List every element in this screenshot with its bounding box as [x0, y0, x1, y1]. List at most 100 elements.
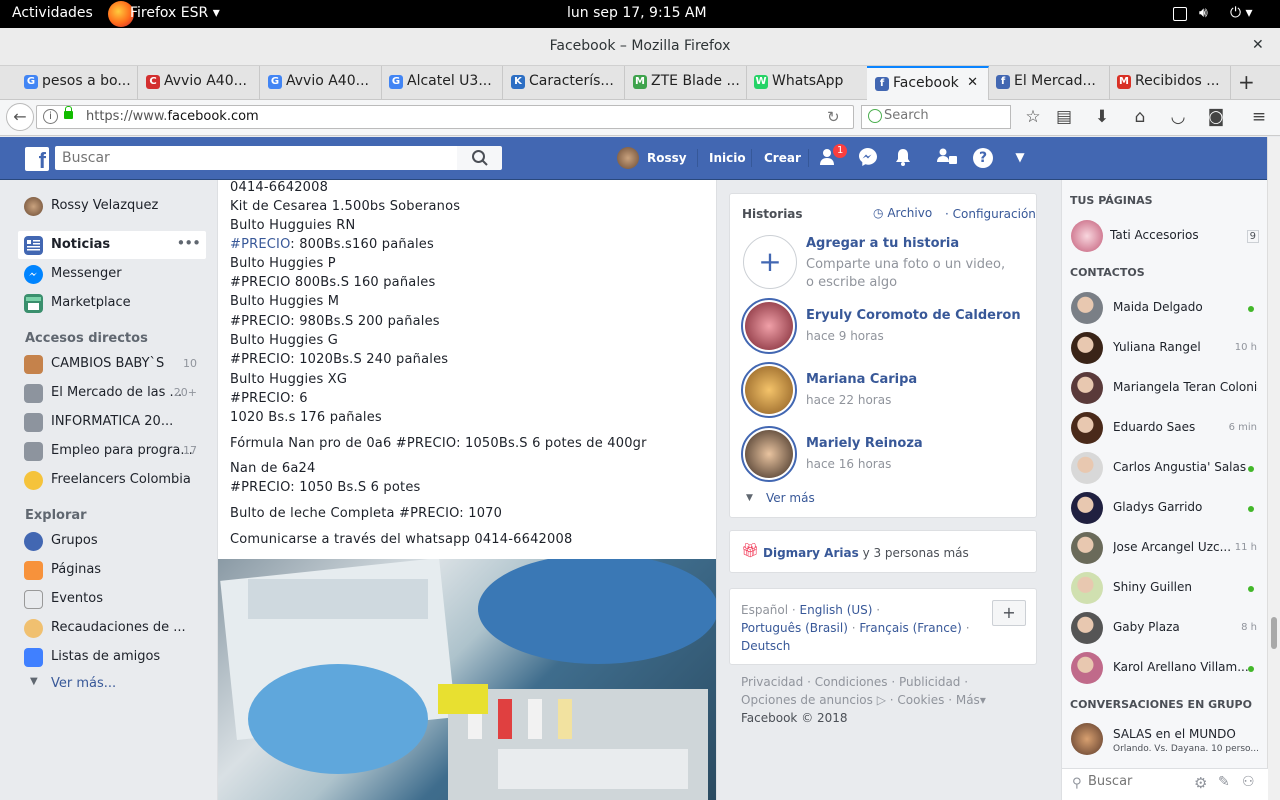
close-tab-icon[interactable]: ✕: [967, 75, 978, 90]
extension-icon[interactable]: ◙: [1204, 107, 1228, 127]
tab-label[interactable]: Alcatel U3...: [407, 73, 492, 89]
search-input[interactable]: [884, 108, 1004, 123]
sidebar-item-label[interactable]: Noticias: [51, 237, 110, 252]
tab-label[interactable]: Avvio A40...: [286, 73, 369, 89]
add-language-button[interactable]: +: [992, 600, 1026, 626]
contact-item[interactable]: Yuliana Rangel 10 h: [1062, 328, 1268, 368]
sidebar-shortcut[interactable]: INFORMATICA 20...: [18, 408, 206, 436]
explore-label[interactable]: Listas de amigos: [51, 649, 160, 664]
settings-gear-icon[interactable]: ⚙: [1194, 774, 1207, 792]
search-engine-icon[interactable]: [868, 109, 882, 123]
birthday-text[interactable]: Digmary Arias y 3 personas más: [763, 546, 969, 560]
post-photo[interactable]: [218, 554, 716, 800]
back-button[interactable]: ←: [6, 103, 34, 131]
archive-link[interactable]: ◷ Archivo: [873, 206, 932, 220]
language-link[interactable]: English (US): [800, 603, 873, 617]
lock-icon[interactable]: [64, 106, 73, 119]
close-window-icon[interactable]: ✕: [1252, 37, 1264, 53]
explore-label[interactable]: Páginas: [51, 562, 101, 577]
url-text[interactable]: https://www.facebook.com: [86, 109, 259, 124]
download-icon[interactable]: ⬇: [1090, 107, 1114, 127]
more-options-icon[interactable]: •••: [176, 234, 201, 252]
reload-icon[interactable]: ↻: [827, 108, 840, 126]
contact-item[interactable]: Karol Arellano Villam...: [1062, 648, 1268, 688]
sidebar-shortcut[interactable]: El Mercado de las ... 20+: [18, 379, 206, 407]
tab-9[interactable]: f El Mercad...: [988, 66, 1110, 100]
shortcut-label[interactable]: CAMBIOS BABY`S: [51, 356, 164, 371]
language-link[interactable]: Deutsch: [741, 639, 790, 653]
story-name[interactable]: Mariely Reinoza: [806, 436, 923, 451]
facebook-logo-icon[interactable]: f: [25, 147, 49, 171]
page-name[interactable]: Tati Accesorios: [1110, 228, 1199, 242]
tab-2[interactable]: C Avvio A40...: [138, 66, 260, 100]
sidebar-profile-label[interactable]: Rossy Velazquez: [51, 198, 158, 213]
contact-item[interactable]: Maida Delgado: [1062, 288, 1268, 328]
fb-search-button[interactable]: [457, 146, 502, 170]
contact-item[interactable]: Eduardo Saes 6 min: [1062, 408, 1268, 448]
tab-10[interactable]: M Recibidos ...: [1109, 66, 1231, 100]
footer-link[interactable]: Más: [956, 693, 980, 707]
app-menu[interactable]: Firefox ESR ▾: [130, 5, 220, 21]
sidebar-explore-item[interactable]: Eventos: [18, 585, 206, 613]
sidebar-item-news-feed[interactable]: Noticias •••: [18, 231, 206, 259]
hashtag-link[interactable]: #PRECIO: [230, 237, 290, 252]
tab-label[interactable]: ZTE Blade ...: [651, 73, 740, 89]
tab-label[interactable]: Facebook: [893, 75, 959, 91]
group-name[interactable]: SALAS en el MUNDO: [1113, 727, 1236, 741]
activities-button[interactable]: Actividades: [12, 5, 93, 21]
explore-label[interactable]: Eventos: [51, 591, 103, 606]
url-bar[interactable]: i https://www.facebook.com ↻: [36, 105, 854, 129]
chat-search-input[interactable]: [1088, 774, 1188, 789]
power-icon[interactable]: ⏻ ▾: [1230, 5, 1253, 21]
window-icon[interactable]: [1173, 7, 1187, 21]
contact-item[interactable]: Gaby Plaza 8 h: [1062, 608, 1268, 648]
contact-item[interactable]: Shiny Guillen: [1062, 568, 1268, 608]
footer-link[interactable]: Cookies: [897, 693, 944, 707]
compose-icon[interactable]: ✎: [1218, 774, 1230, 790]
menu-icon[interactable]: ≡: [1247, 107, 1271, 127]
sidebar-explore-item[interactable]: Páginas: [18, 556, 206, 584]
new-tab-button[interactable]: +: [1238, 70, 1255, 94]
contact-name[interactable]: Carlos Angustia' Salas: [1113, 460, 1246, 474]
profile-link[interactable]: Rossy: [647, 151, 687, 165]
tab-label[interactable]: Caracterís...: [529, 73, 614, 89]
tab-label[interactable]: Recibidos ...: [1135, 73, 1220, 89]
home-link[interactable]: Inicio: [709, 151, 746, 165]
sidebar-explore-item[interactable]: Recaudaciones de ...: [18, 614, 206, 642]
group-chat-icon[interactable]: ⚇: [1242, 774, 1255, 790]
stories-see-more[interactable]: Ver más: [766, 491, 815, 505]
tab-label[interactable]: WhatsApp: [772, 73, 843, 89]
tab-4[interactable]: G Alcatel U3...: [381, 66, 503, 100]
volume-icon[interactable]: 🔊︎: [1199, 5, 1208, 21]
contact-item[interactable]: Jose Arcangel Uzc... 11 h: [1062, 528, 1268, 568]
quick-help-people-icon[interactable]: [936, 147, 958, 169]
contact-name[interactable]: Jose Arcangel Uzc...: [1113, 540, 1231, 554]
settings-link[interactable]: · Configuración: [945, 207, 1036, 221]
page-scrollbar[interactable]: [1267, 137, 1280, 800]
explore-label[interactable]: Grupos: [51, 533, 98, 548]
contact-item[interactable]: Mariangela Teran Colonia: [1062, 368, 1268, 408]
sidebar-item-label[interactable]: Messenger: [51, 266, 122, 281]
user-avatar[interactable]: [617, 147, 639, 169]
tab-5[interactable]: K Caracterís...: [503, 66, 625, 100]
notifications-bell-icon[interactable]: [892, 147, 914, 169]
add-story-icon[interactable]: +: [743, 235, 797, 289]
contact-name[interactable]: Karol Arellano Villam...: [1113, 660, 1249, 674]
sidebar-profile[interactable]: Rossy Velazquez: [18, 192, 206, 220]
contact-name[interactable]: Maida Delgado: [1113, 300, 1203, 314]
contact-name[interactable]: Yuliana Rangel: [1113, 340, 1201, 354]
tab-label[interactable]: pesos a bo...: [42, 73, 131, 89]
shortcut-label[interactable]: El Mercado de las ...: [51, 385, 182, 400]
tab-label[interactable]: Avvio A40...: [164, 73, 247, 89]
story-avatar[interactable]: [741, 362, 797, 418]
sidebar-see-more[interactable]: ▼ Ver más...: [18, 676, 206, 696]
explore-label[interactable]: Recaudaciones de ...: [51, 620, 186, 635]
sidebar-shortcut[interactable]: Empleo para progra... 17: [18, 437, 206, 465]
search-box[interactable]: [861, 105, 1011, 129]
shortcut-label[interactable]: Freelancers Colombia: [51, 472, 191, 487]
fb-search-box[interactable]: [55, 146, 457, 170]
contact-name[interactable]: Shiny Guillen: [1113, 580, 1192, 594]
clock[interactable]: lun sep 17, 9:15 AM: [567, 5, 707, 21]
tab-1[interactable]: Gpesos a bo...: [16, 66, 138, 100]
story-avatar[interactable]: [741, 426, 797, 482]
